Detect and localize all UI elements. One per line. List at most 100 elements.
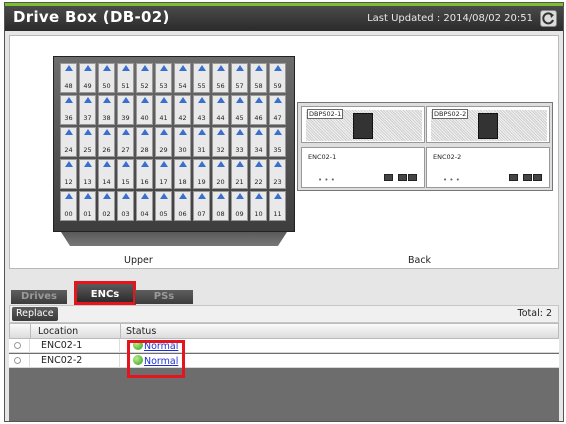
- drive-slot[interactable]: 56: [212, 63, 229, 93]
- drive-slot-number: 47: [273, 114, 282, 122]
- slot-arrow-icon: [65, 129, 73, 135]
- drive-slot[interactable]: 04: [136, 191, 153, 221]
- drive-slot[interactable]: 30: [174, 127, 191, 157]
- psu-module-2[interactable]: DBPS02-2: [426, 106, 550, 143]
- drive-slot[interactable]: 39: [117, 95, 134, 125]
- drive-slot[interactable]: 17: [155, 159, 172, 189]
- drive-slot[interactable]: 33: [231, 127, 248, 157]
- drive-slot[interactable]: 34: [250, 127, 267, 157]
- tab-pss[interactable]: PSs: [135, 290, 193, 304]
- drive-slot[interactable]: 25: [79, 127, 96, 157]
- row-select-radio[interactable]: [14, 342, 21, 349]
- hardware-view-panel: 48 49 50 51 52 53 54 55 56 57 58 59 36 37 38 39 40 41 42 43…: [9, 35, 559, 269]
- drive-slot[interactable]: 01: [79, 191, 96, 221]
- drive-slot[interactable]: 23: [269, 159, 286, 189]
- drive-slot[interactable]: 28: [136, 127, 153, 157]
- row-select-radio[interactable]: [14, 357, 21, 364]
- slot-arrow-icon: [160, 129, 168, 135]
- drive-slot[interactable]: 59: [269, 63, 286, 93]
- slot-arrow-icon: [236, 65, 244, 71]
- column-divider: [29, 339, 30, 353]
- drive-slot[interactable]: 57: [231, 63, 248, 93]
- drive-slot[interactable]: 54: [174, 63, 191, 93]
- drive-slot[interactable]: 16: [136, 159, 153, 189]
- drive-slot[interactable]: 29: [155, 127, 172, 157]
- drive-slot[interactable]: 55: [193, 63, 210, 93]
- drive-slot[interactable]: 41: [155, 95, 172, 125]
- drive-slot[interactable]: 07: [193, 191, 210, 221]
- drive-slot[interactable]: 08: [212, 191, 229, 221]
- slot-arrow-icon: [65, 97, 73, 103]
- drive-slot[interactable]: 12: [60, 159, 77, 189]
- drive-slot[interactable]: 21: [231, 159, 248, 189]
- drive-slot[interactable]: 14: [98, 159, 115, 189]
- drive-slot[interactable]: 05: [155, 191, 172, 221]
- drive-slot[interactable]: 15: [117, 159, 134, 189]
- drive-slot-number: 00: [64, 210, 73, 218]
- drive-slot[interactable]: 47: [269, 95, 286, 125]
- drive-slot[interactable]: 22: [250, 159, 267, 189]
- drive-slot[interactable]: 51: [117, 63, 134, 93]
- drive-slot[interactable]: 20: [212, 159, 229, 189]
- drive-slot[interactable]: 32: [212, 127, 229, 157]
- drive-slot[interactable]: 40: [136, 95, 153, 125]
- slot-arrow-icon: [179, 129, 187, 135]
- drive-slot[interactable]: 00: [60, 191, 77, 221]
- slot-arrow-icon: [217, 97, 225, 103]
- tab-drives[interactable]: Drives: [11, 290, 67, 304]
- drive-slot[interactable]: 45: [231, 95, 248, 125]
- drive-slot[interactable]: 46: [250, 95, 267, 125]
- drive-slot[interactable]: 09: [231, 191, 248, 221]
- column-header-location[interactable]: Location: [38, 326, 78, 337]
- drive-slot-number: 20: [216, 178, 225, 186]
- drive-slot[interactable]: 48: [60, 63, 77, 93]
- slot-arrow-icon: [255, 129, 263, 135]
- drive-slot[interactable]: 13: [79, 159, 96, 189]
- drive-slot[interactable]: 36: [60, 95, 77, 125]
- drive-slot[interactable]: 02: [98, 191, 115, 221]
- drive-slot[interactable]: 31: [193, 127, 210, 157]
- refresh-icon[interactable]: [540, 10, 557, 27]
- drive-slot-number: 14: [102, 178, 111, 186]
- psu-label: DBPS02-2: [432, 109, 469, 119]
- tab-encs[interactable]: ENCs: [74, 281, 136, 305]
- drive-slot[interactable]: 35: [269, 127, 286, 157]
- enc-module-1[interactable]: ENC02-1 • • •: [301, 147, 425, 188]
- drive-slot[interactable]: 18: [174, 159, 191, 189]
- drive-slot[interactable]: 53: [155, 63, 172, 93]
- drive-slot[interactable]: 27: [117, 127, 134, 157]
- drive-slot[interactable]: 43: [193, 95, 210, 125]
- slot-arrow-icon: [141, 65, 149, 71]
- drive-slot-number: 24: [64, 146, 73, 154]
- slot-arrow-icon: [122, 65, 130, 71]
- drive-slot-number: 56: [216, 82, 225, 90]
- drive-slot-number: 11: [273, 210, 282, 218]
- drive-slot[interactable]: 24: [60, 127, 77, 157]
- slot-arrow-icon: [236, 161, 244, 167]
- table-row[interactable]: ENC02-2 Normal: [9, 354, 559, 368]
- drive-slot[interactable]: 49: [79, 63, 96, 93]
- enc-module-2[interactable]: ENC02-2 • • •: [426, 147, 550, 188]
- drive-slot[interactable]: 52: [136, 63, 153, 93]
- drive-slot-number: 36: [64, 114, 73, 122]
- drive-slot[interactable]: 38: [98, 95, 115, 125]
- drive-slot[interactable]: 06: [174, 191, 191, 221]
- drive-slot[interactable]: 19: [193, 159, 210, 189]
- drive-slot[interactable]: 42: [174, 95, 191, 125]
- drive-slot-number: 51: [121, 82, 130, 90]
- drive-slot[interactable]: 58: [250, 63, 267, 93]
- drive-slot-number: 49: [83, 82, 92, 90]
- drive-slot[interactable]: 50: [98, 63, 115, 93]
- drive-slot[interactable]: 37: [79, 95, 96, 125]
- slot-arrow-icon: [103, 161, 111, 167]
- replace-button[interactable]: Replace: [12, 307, 58, 321]
- psu-module-1[interactable]: DBPS02-1: [301, 106, 425, 143]
- table-row[interactable]: ENC02-1 Normal: [9, 339, 559, 353]
- drive-slot[interactable]: 44: [212, 95, 229, 125]
- column-header-status[interactable]: Status: [126, 326, 156, 337]
- drive-slot[interactable]: 10: [250, 191, 267, 221]
- drive-slot[interactable]: 03: [117, 191, 134, 221]
- drive-slot[interactable]: 26: [98, 127, 115, 157]
- slot-arrow-icon: [236, 129, 244, 135]
- drive-slot[interactable]: 11: [269, 191, 286, 221]
